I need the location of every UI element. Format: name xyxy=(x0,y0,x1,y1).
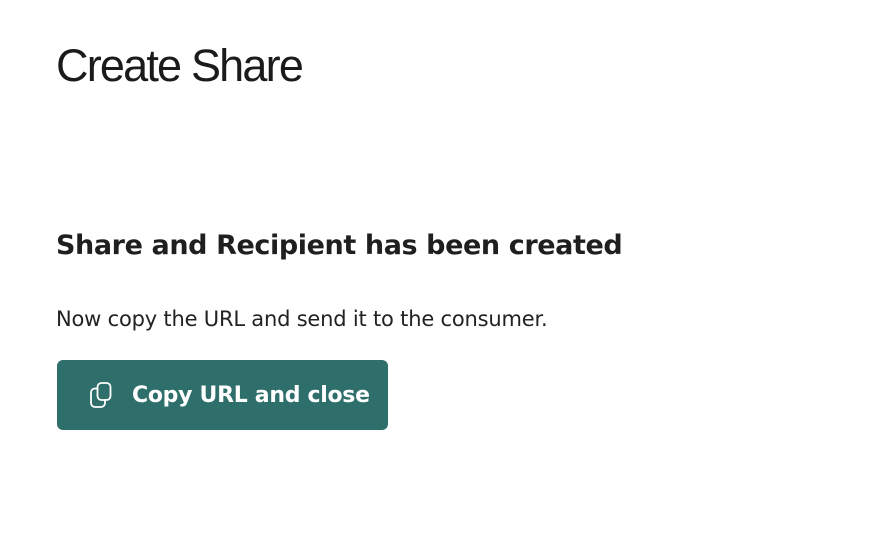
page-title: Create Share xyxy=(56,40,304,91)
success-heading: Share and Recipient has been created xyxy=(56,230,623,261)
copy-button-label: Copy URL and close xyxy=(132,382,370,408)
create-share-page: Create Share Share and Recipient has bee… xyxy=(0,0,880,536)
copy-icon xyxy=(89,381,113,409)
copy-url-and-close-button[interactable]: Copy URL and close xyxy=(57,360,388,430)
instruction-text: Now copy the URL and send it to the cons… xyxy=(56,307,548,331)
